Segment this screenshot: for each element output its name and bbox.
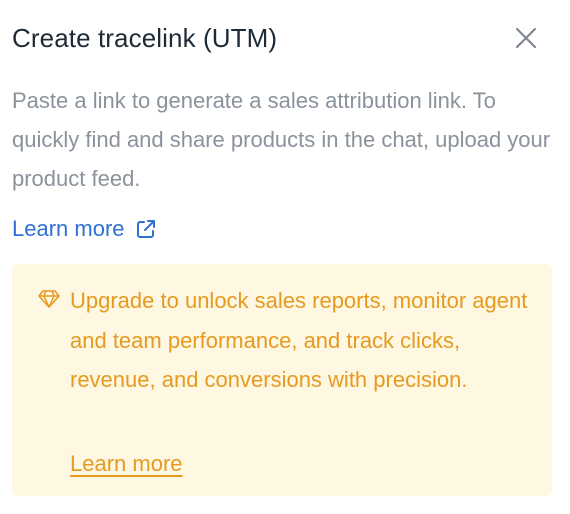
upgrade-banner: Upgrade to unlock sales reports, monitor… (12, 264, 552, 496)
learn-more-label: Learn more (12, 216, 125, 241)
close-icon (516, 28, 536, 48)
panel-description: Paste a link to generate a sales attribu… (12, 88, 551, 191)
learn-more-link[interactable]: Learn more (12, 213, 159, 245)
close-button[interactable] (510, 22, 542, 54)
create-tracelink-panel: Create tracelink (UTM) Paste a link to g… (0, 0, 570, 514)
upgrade-learn-more-link[interactable]: Learn more (70, 448, 183, 480)
panel-title: Create tracelink (UTM) (12, 23, 278, 53)
diamond-icon (38, 290, 60, 308)
upgrade-message: Upgrade to unlock sales reports, monitor… (70, 288, 528, 392)
external-link-icon (133, 216, 159, 242)
